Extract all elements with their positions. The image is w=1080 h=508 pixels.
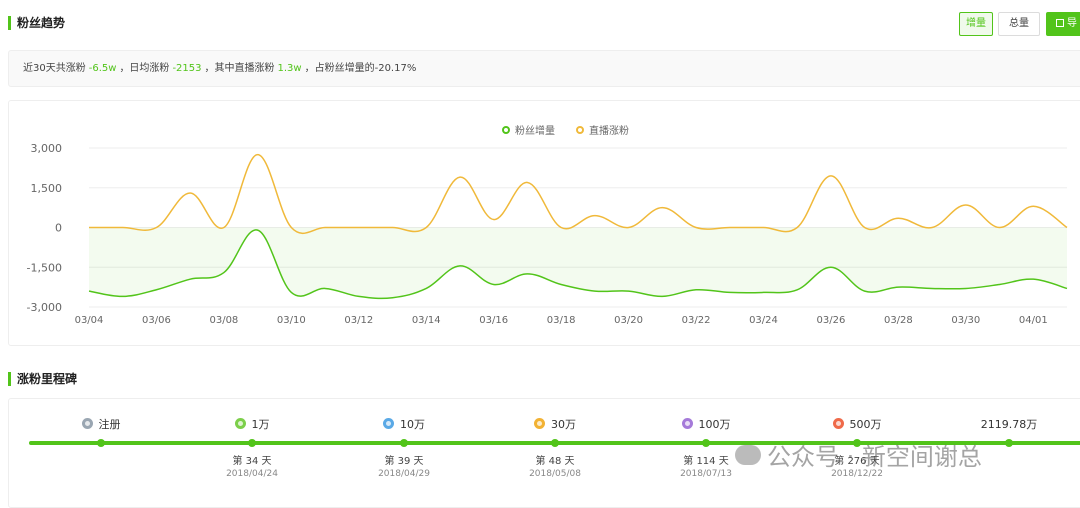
summary-bar: 近30天共涨粉 -6.5w ，日均涨粉 -2153 ，其中直播涨粉 1.3w ，占粉丝增量的…: [8, 50, 1080, 87]
summary-value-live: 1.3w: [277, 63, 302, 74]
legend-marker: [502, 126, 510, 134]
milestone-label: 100万: [636, 416, 776, 432]
fans-trend-title: 粉丝趋势: [8, 16, 65, 30]
milestone-label: 1万: [182, 416, 322, 432]
milestone-label-text: 1万: [251, 418, 270, 431]
milestone-badge-icon: [534, 418, 545, 429]
y-tick-label: 0: [55, 222, 62, 235]
milestone-badge-icon: [681, 418, 693, 429]
milestone-label-text: 30万: [551, 418, 576, 431]
export-icon: [1056, 19, 1064, 27]
milestone-date: 2018/05/08: [529, 469, 581, 479]
x-tick-label: 03/12: [344, 315, 373, 326]
summary-text-1: 近30天共涨粉: [23, 63, 86, 74]
x-tick-label: 03/04: [75, 315, 104, 326]
milestone-label: 500万: [787, 416, 927, 432]
legend-label: 粉丝增量: [515, 124, 555, 137]
x-tick-label: 03/22: [682, 315, 711, 326]
summary-text-3: ，其中直播涨粉: [204, 63, 275, 74]
milestone-dot: [248, 439, 256, 447]
summary-value-total: -6.5w: [88, 63, 117, 74]
milestone-badge-icon: [832, 418, 844, 429]
milestone-label: 30万: [485, 416, 625, 432]
milestone-badge-icon: [383, 418, 394, 429]
wechat-icon: [735, 445, 761, 465]
x-tick-label: 03/18: [547, 315, 576, 326]
y-tick-label: -1,500: [27, 261, 62, 274]
x-tick-label: 04/01: [1019, 315, 1048, 326]
milestone-dot: [1005, 439, 1013, 447]
milestone-label-text: 10万: [400, 418, 425, 431]
x-tick-label: 03/30: [951, 315, 980, 326]
x-tick-label: 03/24: [749, 315, 778, 326]
x-tick-label: 03/16: [479, 315, 508, 326]
legend-label: 直播涨粉: [589, 124, 629, 137]
milestone-dot: [702, 439, 710, 447]
x-tick-label: 03/20: [614, 315, 643, 326]
summary-text-2: ，日均涨粉: [119, 63, 170, 74]
fans-trend-chart[interactable]: 3,000 1,500 0 -1,500 -3,000 03/04 03/06 03/08 03…: [9, 101, 1080, 345]
milestone-label: 注册: [31, 416, 171, 432]
milestone-dot: [97, 439, 105, 447]
milestone-day: 第 39 天: [384, 456, 424, 467]
milestone-dot: [400, 439, 408, 447]
x-tick-label: 03/10: [277, 315, 306, 326]
milestone-label-text: 注册: [98, 418, 121, 431]
milestone-badge-icon: [81, 418, 93, 429]
legend-marker: [576, 126, 584, 134]
y-tick-label: -3,000: [27, 301, 62, 314]
x-tick-label: 03/28: [884, 315, 913, 326]
milestone-day: 第 34 天: [232, 456, 272, 467]
total-toggle-button[interactable]: 总量: [998, 12, 1040, 36]
milestone-label-text: 500万: [849, 418, 882, 431]
milestone-label-text: 100万: [698, 418, 731, 431]
summary-text-4: ，占粉丝增量的-20.17%: [304, 63, 417, 74]
export-button[interactable]: 导: [1046, 12, 1080, 36]
increment-toggle-button[interactable]: 增量: [959, 12, 993, 36]
series-line: [89, 153, 1068, 235]
milestone-label: 10万: [334, 416, 474, 432]
x-tick-label: 03/08: [209, 315, 238, 326]
milestone-date: 2018/04/24: [226, 469, 278, 479]
watermark: 公众号 · 新空间谢总: [735, 437, 982, 472]
y-tick-label: 1,500: [31, 182, 63, 195]
milestone-label: 2119.78万: [939, 416, 1079, 432]
milestone-title: 涨粉里程碑: [8, 372, 77, 386]
export-label: 导: [1067, 18, 1077, 29]
milestone-day: 第 48 天: [535, 456, 575, 467]
watermark-text: 公众号 · 新空间谢总: [767, 443, 982, 471]
milestone-dot: [551, 439, 559, 447]
x-tick-label: 03/14: [412, 315, 441, 326]
x-tick-label: 03/26: [817, 315, 846, 326]
milestone-date: 2018/04/29: [378, 469, 430, 479]
summary-value-daily: -2153: [172, 63, 202, 74]
fans-trend-chart-card: 3,000 1,500 0 -1,500 -3,000 03/04 03/06 03/08 03…: [8, 100, 1080, 346]
y-tick-label: 3,000: [31, 142, 63, 155]
milestone-label-text: 2119.78万: [980, 418, 1038, 431]
milestone-badge-icon: [234, 418, 246, 429]
x-tick-label: 03/06: [142, 315, 171, 326]
